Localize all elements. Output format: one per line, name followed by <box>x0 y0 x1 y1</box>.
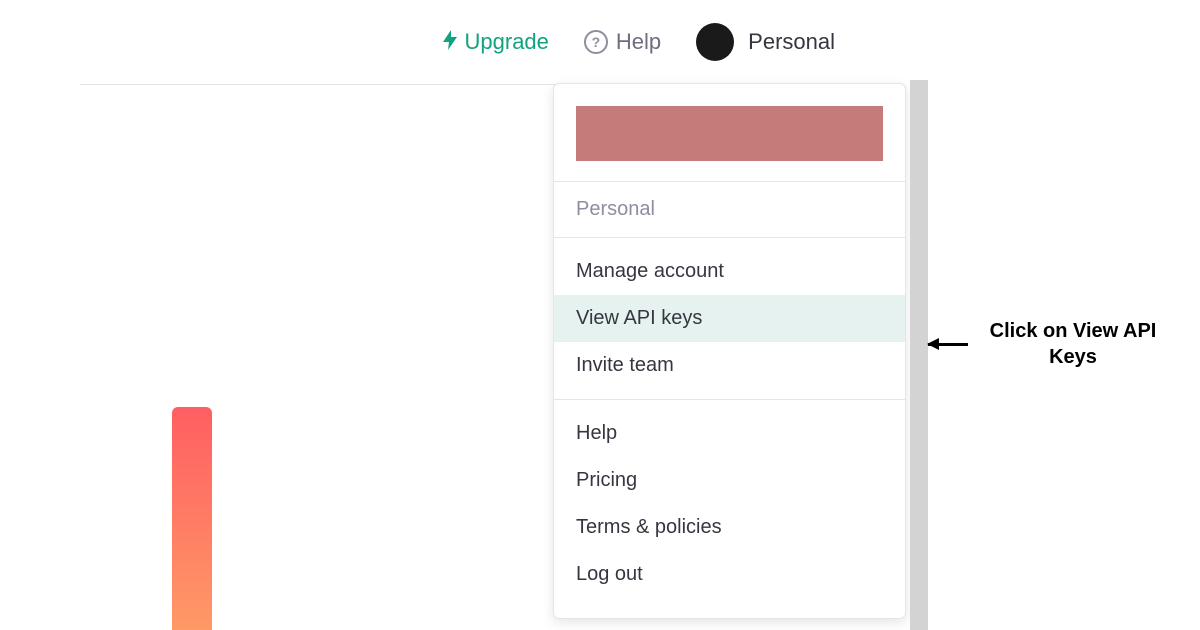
decorative-gradient-strip <box>172 407 212 630</box>
upgrade-label: Upgrade <box>465 29 549 55</box>
menu-item-pricing[interactable]: Pricing <box>554 457 905 504</box>
dropdown-other-group: Help Pricing Terms & policies Log out <box>554 399 905 618</box>
top-header: Upgrade ? Help Personal <box>80 0 865 85</box>
redacted-user-info <box>576 106 883 161</box>
user-dropdown-menu: Personal Manage account View API keys In… <box>553 83 906 619</box>
help-label: Help <box>616 29 661 55</box>
menu-item-view-api-keys[interactable]: View API keys <box>554 295 905 342</box>
user-menu-trigger[interactable]: Personal <box>696 23 835 61</box>
help-icon: ? <box>584 30 608 54</box>
arrow-icon <box>928 343 968 346</box>
annotation-line1: Click on View API <box>990 320 1157 342</box>
upgrade-link[interactable]: Upgrade <box>443 29 549 55</box>
bolt-icon <box>443 30 459 55</box>
user-label: Personal <box>748 29 835 55</box>
help-link[interactable]: ? Help <box>584 29 661 55</box>
menu-item-help[interactable]: Help <box>554 410 905 457</box>
annotation-line2: Keys <box>1049 346 1097 368</box>
annotation-callout: Click on View API Keys <box>928 318 1168 370</box>
avatar <box>696 23 734 61</box>
dropdown-org-label: Personal <box>554 182 905 237</box>
menu-item-logout[interactable]: Log out <box>554 551 905 598</box>
arrow-head-icon <box>927 338 939 350</box>
menu-item-terms[interactable]: Terms & policies <box>554 504 905 551</box>
menu-item-invite-team[interactable]: Invite team <box>554 342 905 389</box>
dropdown-org-section: Personal <box>554 181 905 237</box>
scrollbar-track[interactable] <box>910 80 928 630</box>
dropdown-account-group: Manage account View API keys Invite team <box>554 237 905 399</box>
menu-item-manage-account[interactable]: Manage account <box>554 248 905 295</box>
dropdown-header <box>554 84 905 181</box>
annotation-text: Click on View API Keys <box>978 318 1168 370</box>
